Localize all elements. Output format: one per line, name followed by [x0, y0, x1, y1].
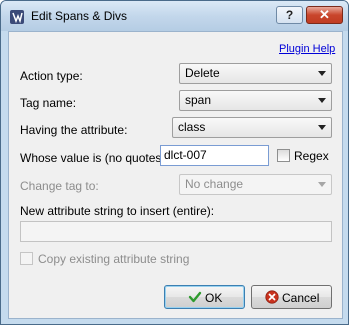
- tag-name-select[interactable]: span: [179, 90, 332, 111]
- copy-existing-checkbox[interactable]: [20, 252, 33, 265]
- title-bar[interactable]: Edit Spans & Divs ? ✕: [1, 1, 348, 31]
- chevron-down-icon: [318, 182, 326, 187]
- close-button[interactable]: ✕: [306, 6, 343, 24]
- change-tag-select[interactable]: No change: [179, 174, 332, 195]
- attribute-select[interactable]: class: [172, 117, 332, 138]
- plugin-help-link[interactable]: Plugin Help: [279, 43, 335, 55]
- tag-name-value: span: [185, 93, 212, 107]
- chevron-down-icon: [318, 125, 326, 130]
- ok-label: OK: [205, 291, 223, 305]
- cancel-button[interactable]: Cancel: [251, 285, 332, 309]
- chevron-down-icon: [318, 71, 326, 76]
- new-attribute-input[interactable]: [20, 221, 332, 242]
- new-attribute-label: New attribute string to insert (entire):: [20, 204, 215, 218]
- attribute-value-text: dlct-007: [164, 148, 207, 162]
- help-button[interactable]: ?: [276, 6, 303, 24]
- copy-existing-label: Copy existing attribute string: [38, 252, 190, 266]
- app-icon: [10, 10, 24, 24]
- cancel-icon: [265, 290, 279, 304]
- action-type-select[interactable]: Delete: [179, 63, 332, 84]
- attribute-value-label: Whose value is (no quotes):: [20, 151, 169, 165]
- attribute-value-input[interactable]: dlct-007: [160, 145, 269, 166]
- attribute-value: class: [178, 120, 206, 134]
- action-type-value: Delete: [185, 66, 220, 80]
- chevron-down-icon: [318, 98, 326, 103]
- check-icon: [188, 291, 202, 303]
- tag-name-label: Tag name:: [20, 96, 77, 110]
- attribute-label: Having the attribute:: [20, 123, 128, 137]
- regex-label: Regex: [294, 149, 329, 163]
- change-tag-value: No change: [185, 177, 244, 191]
- change-tag-label: Change tag to:: [20, 179, 99, 193]
- cancel-label: Cancel: [282, 291, 320, 305]
- regex-checkbox[interactable]: [277, 149, 290, 162]
- window-title: Edit Spans & Divs: [31, 9, 128, 23]
- action-type-label: Action type:: [20, 69, 83, 83]
- dialog-body: Plugin Help Action type: Delete Tag name…: [8, 31, 343, 319]
- ok-button[interactable]: OK: [164, 285, 245, 309]
- dialog-window: Edit Spans & Divs ? ✕ Plugin Help Action…: [0, 0, 349, 325]
